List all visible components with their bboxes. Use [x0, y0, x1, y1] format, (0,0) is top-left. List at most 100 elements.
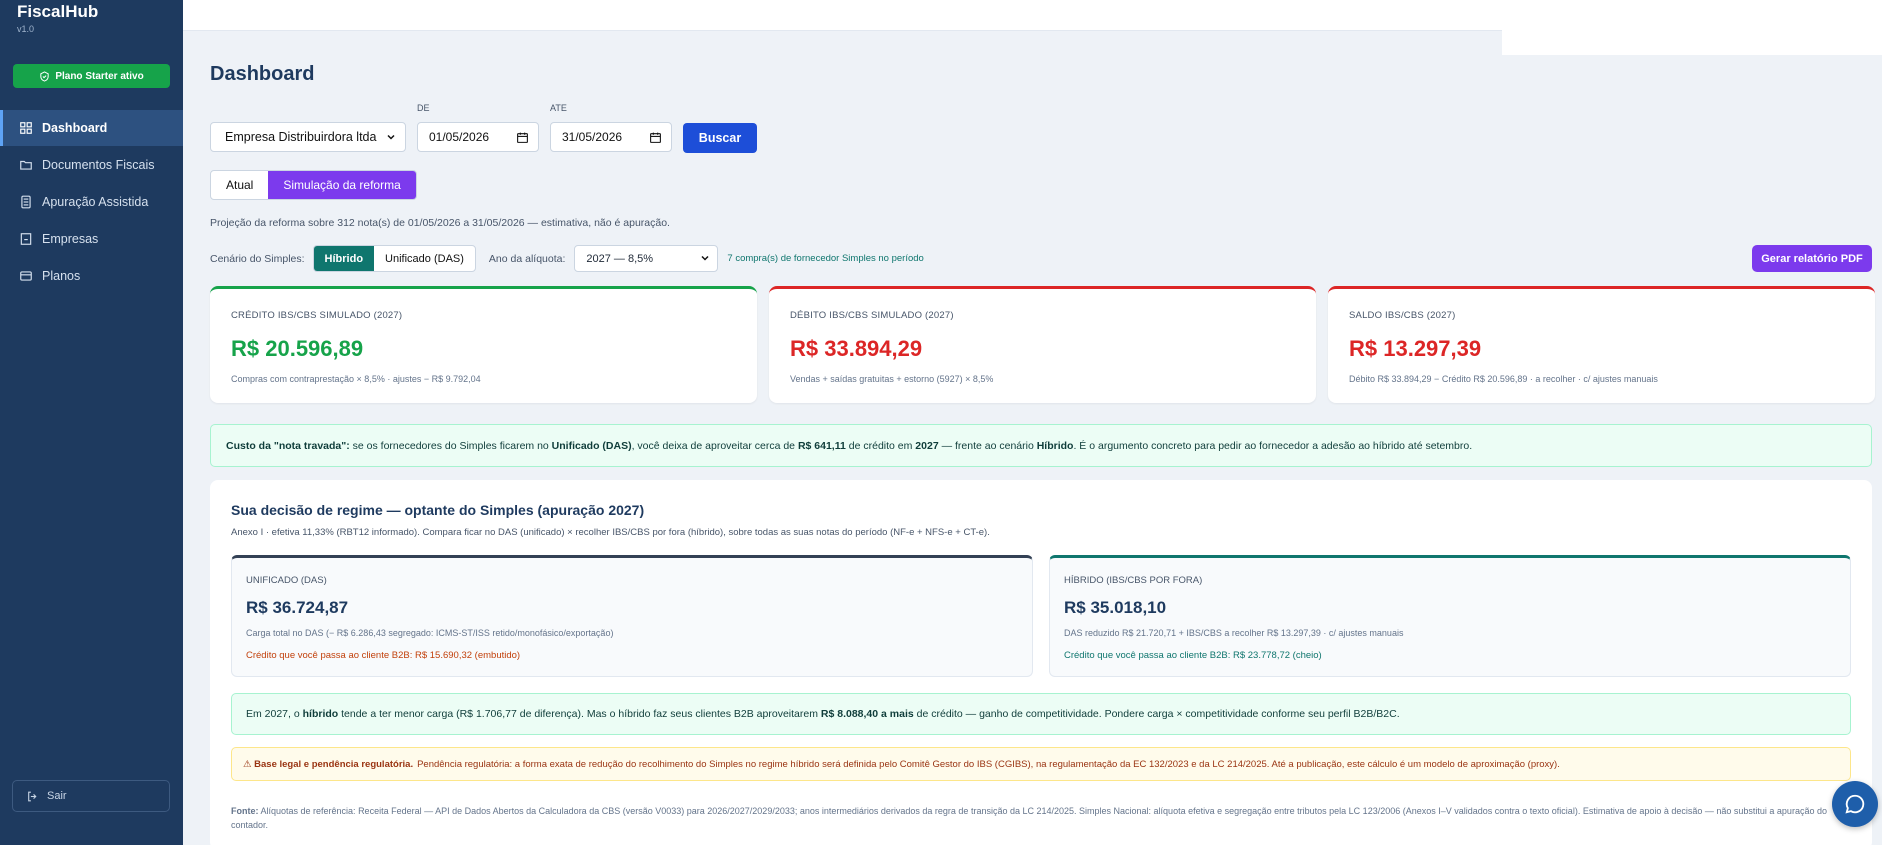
sidebar-item-documentos[interactable]: Documentos Fiscais	[0, 147, 183, 183]
app-version: v1.0	[17, 24, 35, 34]
alert-part: se os fornecedores do Simples ficarem no	[349, 439, 552, 452]
sidebar-item-label: Empresas	[42, 232, 99, 246]
date-from-input[interactable]: 01/05/2026	[417, 122, 539, 152]
kpi-saldo-sub: Débito R$ 33.894,29 − Crédito R$ 20.596,…	[1349, 374, 1658, 384]
kpi-debito-label: DÉBITO IBS/CBS SIMULADO (2027)	[790, 310, 954, 321]
projection-note: Projeção da reforma sobre 312 nota(s) de…	[210, 217, 670, 229]
sidebar-item-planos[interactable]: Planos	[0, 258, 183, 294]
date-to-label: ATE	[550, 103, 567, 113]
shield-check-icon	[40, 70, 49, 82]
kpi-credito-sub: Compras com contraprestação × 8,5% · aju…	[231, 374, 481, 384]
conclusion-part: tende a ter menor carga (R$ 1.706,77 de …	[338, 708, 821, 720]
legal-warning-text: Pendência regulatória: a forma exata de …	[417, 758, 1560, 770]
kpi-credito-value: R$ 20.596,89	[231, 336, 364, 361]
sidebar-item-label: Dashboard	[42, 121, 108, 135]
chevron-down-icon	[387, 134, 395, 140]
conclusion-part: Em 2027, o	[246, 708, 303, 720]
date-from-label: DE	[417, 103, 430, 113]
alert-part: 2027	[915, 439, 939, 452]
kpi-credito-label: CRÉDITO IBS/CBS SIMULADO (2027)	[231, 310, 403, 321]
alert-part: — frente ao cenário	[938, 439, 1037, 452]
calendar-icon[interactable]	[649, 131, 662, 144]
regime-unificado-value: R$ 36.724,87	[246, 598, 349, 617]
nota-travada-alert: Custo da "nota travada": se os fornecedo…	[210, 424, 1872, 467]
kpi-saldo-value: R$ 13.297,39	[1349, 336, 1482, 361]
scenario-toggle: Híbrido Unificado (DAS)	[312, 245, 476, 272]
company-select[interactable]: Empresa Distribuirdora ltda	[210, 122, 406, 152]
regime-decision-card: Sua decisão de regime — optante do Simpl…	[210, 480, 1872, 845]
legal-warning: ⚠ Base legal e pendência regulatória. Pe…	[231, 747, 1851, 781]
chat-bubble-icon	[1845, 794, 1865, 814]
kpi-debito-sub: Vendas + saídas gratuitas + estorno (592…	[790, 374, 994, 384]
building-icon	[20, 233, 32, 245]
conclusion-part: de crédito — ganho de competitividade. P…	[913, 708, 1400, 720]
alert-part: , você deixa de aproveitar cerca de	[631, 439, 798, 452]
calculator-icon	[21, 195, 31, 209]
alert-part: de crédito em	[845, 439, 916, 452]
conclusion-part: R$ 8.088,40 a mais	[820, 708, 914, 720]
regime-hibrido-sub: DAS reduzido R$ 21.720,71 + IBS/CBS a re…	[1064, 628, 1404, 638]
mode-toggle: Atual Simulação da reforma	[210, 170, 417, 200]
alert-part: Custo da "nota travada":	[226, 439, 350, 452]
alert-part: Unificado (DAS)	[551, 439, 632, 452]
alert-part: . É o argumento concreto para pedir ao f…	[1073, 439, 1473, 452]
folder-icon	[20, 160, 32, 170]
plan-status-label: Plano Starter ativo	[55, 70, 144, 82]
regime-conclusion: Em 2027, o híbrido tende a ter menor car…	[231, 693, 1851, 735]
alert-part: R$ 641,11	[797, 439, 846, 452]
sidebar-nav: Dashboard Documentos Fiscais Apuração As…	[0, 110, 183, 295]
chat-button[interactable]	[1832, 781, 1878, 827]
sidebar-item-apuracao[interactable]: Apuração Assistida	[0, 184, 183, 220]
conclusion-part: híbrido	[302, 708, 339, 720]
decision-title: Sua decisão de regime — optante do Simpl…	[231, 502, 645, 518]
decision-subtitle: Anexo I · efetiva 11,33% (RBT12 informad…	[231, 527, 990, 538]
regime-hibrido-label: HÍBRIDO (IBS/CBS POR FORA)	[1064, 575, 1203, 586]
kpi-debito-value: R$ 33.894,29	[790, 336, 923, 361]
chevron-down-icon	[701, 255, 709, 261]
calendar-icon[interactable]	[516, 131, 529, 144]
logout-label: Sair	[47, 790, 67, 802]
regime-unificado-credit: Crédito que você passa ao cliente B2B: R…	[246, 650, 521, 661]
date-from-value: 01/05/2026	[429, 130, 490, 144]
kpi-saldo-label: SALDO IBS/CBS (2027)	[1349, 310, 1456, 321]
legal-warning-title: ⚠ Base legal e pendência regulatória.	[243, 758, 414, 770]
card-icon	[20, 271, 32, 281]
page-title: Dashboard	[210, 63, 315, 85]
sidebar: FiscalHub v1.0 Plano Starter ativo Dashb…	[0, 0, 183, 845]
date-to-value: 31/05/2026	[562, 130, 623, 144]
sidebar-item-label: Planos	[42, 269, 81, 283]
regime-hibrido-value: R$ 35.018,10	[1064, 598, 1167, 617]
kpi-credito-card: CRÉDITO IBS/CBS SIMULADO (2027) R$ 20.59…	[210, 286, 757, 403]
scenario-row: Cenário do Simples: Híbrido Unificado (D…	[210, 245, 924, 272]
sidebar-item-dashboard[interactable]: Dashboard	[0, 110, 183, 146]
source-note: Fonte: Alíquotas de referência: Receita …	[231, 804, 1851, 832]
alert-part: Híbrido	[1036, 439, 1074, 452]
scenario-unificado-button[interactable]: Unificado (DAS)	[374, 246, 475, 271]
company-select-value: Empresa Distribuirdora ltda	[225, 130, 377, 144]
source-label: Fonte:	[231, 806, 259, 816]
generate-pdf-button[interactable]: Gerar relatório PDF	[1752, 245, 1872, 272]
regime-unificado-label: UNIFICADO (DAS)	[246, 575, 327, 586]
year-rate-value: 2027 — 8,5%	[586, 252, 654, 265]
tab-simulacao-reforma[interactable]: Simulação da reforma	[268, 171, 416, 199]
tab-atual[interactable]: Atual	[211, 171, 268, 199]
sidebar-item-label: Apuração Assistida	[42, 195, 149, 209]
scenario-hibrido-button[interactable]: Híbrido	[313, 246, 375, 271]
regime-hibrido-card: HÍBRIDO (IBS/CBS POR FORA) R$ 35.018,10 …	[1049, 555, 1851, 677]
search-button[interactable]: Buscar	[683, 123, 757, 153]
regime-unificado-sub: Carga total no DAS (− R$ 6.286,43 segreg…	[246, 628, 614, 638]
logout-icon	[28, 791, 37, 801]
logout-button[interactable]: Sair	[12, 780, 170, 812]
source-text: Alíquotas de referência: Receita Federal…	[231, 806, 1827, 830]
sidebar-item-empresas[interactable]: Empresas	[0, 221, 183, 257]
kpi-saldo-card: SALDO IBS/CBS (2027) R$ 13.297,39 Débito…	[1328, 286, 1875, 403]
regime-hibrido-credit: Crédito que você passa ao cliente B2B: R…	[1064, 650, 1322, 661]
sidebar-item-label: Documentos Fiscais	[42, 158, 155, 172]
supplier-count-note: 7 compra(s) de fornecedor Simples no per…	[727, 253, 924, 264]
regime-unificado-card: UNIFICADO (DAS) R$ 36.724,87 Carga total…	[231, 555, 1033, 677]
year-rate-select[interactable]: 2027 — 8,5%	[574, 245, 719, 272]
date-to-input[interactable]: 31/05/2026	[550, 122, 672, 152]
year-rate-label: Ano da alíquota:	[488, 252, 566, 265]
app-logo[interactable]: FiscalHub	[17, 2, 98, 22]
scenario-label: Cenário do Simples:	[210, 252, 305, 265]
